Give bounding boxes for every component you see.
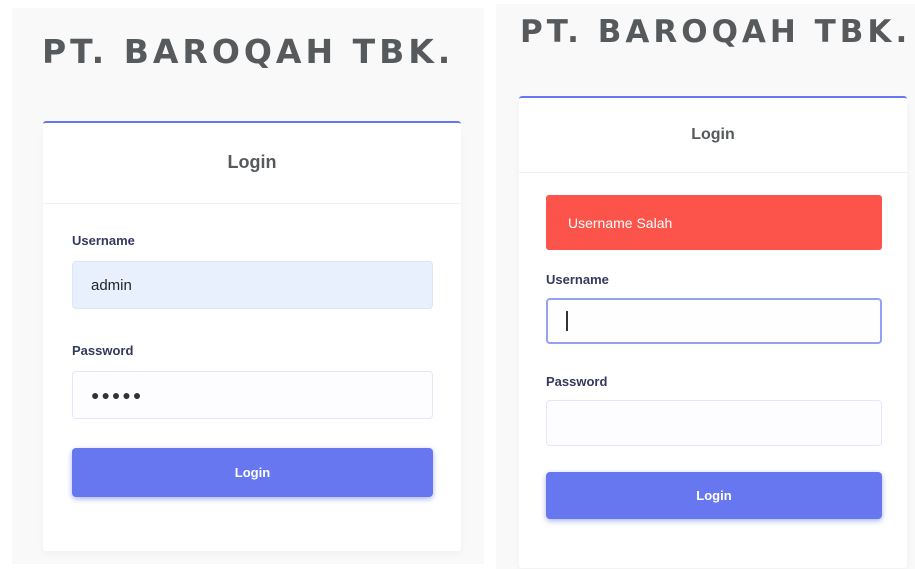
password-input[interactable]: ●●●●● — [72, 371, 433, 419]
brand-title: PT. BAROQAH TBK. — [520, 14, 912, 50]
password-label: Password — [546, 374, 608, 389]
brand-title: PT. BAROQAH TBK. — [42, 32, 455, 71]
login-screen-error: PT. BAROQAH TBK. Login Username Salah Us… — [496, 4, 915, 569]
username-input[interactable] — [546, 298, 882, 344]
password-input[interactable] — [546, 400, 882, 446]
password-label: Password — [72, 343, 134, 358]
error-alert-text: Username Salah — [568, 214, 673, 231]
username-label: Username — [546, 272, 609, 287]
login-button[interactable]: Login — [72, 448, 433, 497]
username-label: Username — [72, 233, 135, 248]
text-caret — [566, 311, 568, 331]
username-input[interactable]: admin — [72, 261, 433, 309]
login-screen-filled: PT. BAROQAH TBK. Login Username admin Pa… — [12, 8, 484, 564]
error-alert: Username Salah — [546, 195, 882, 250]
login-card: Login Username Salah Username Password L… — [519, 96, 907, 568]
username-value: admin — [91, 276, 132, 294]
login-card: Login Username admin Password ●●●●● Logi… — [43, 121, 461, 551]
password-mask: ●●●●● — [91, 387, 144, 403]
card-title: Login — [519, 98, 907, 173]
login-button[interactable]: Login — [546, 472, 882, 519]
card-title: Login — [43, 123, 461, 204]
